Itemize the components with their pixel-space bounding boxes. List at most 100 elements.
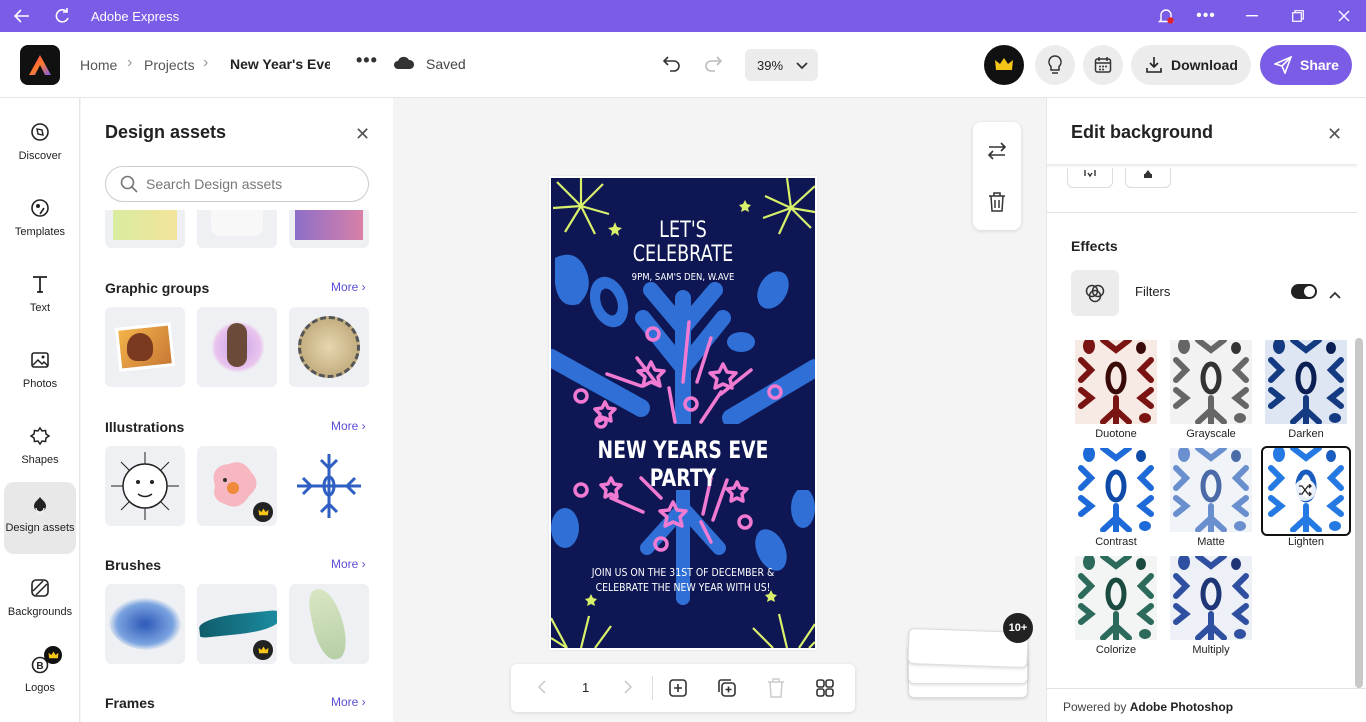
calendar-button[interactable]	[1083, 45, 1123, 85]
filter-tile-grayscale[interactable]	[1170, 340, 1252, 424]
document-title[interactable]: New Year's Eve F	[230, 56, 330, 72]
filters-label: Filters	[1135, 284, 1171, 299]
brush-tile[interactable]	[197, 584, 277, 664]
graphic-group-tile[interactable]	[289, 307, 369, 387]
filter-tile-colorize[interactable]	[1075, 556, 1157, 640]
chevron-up-icon[interactable]	[1329, 286, 1341, 304]
more-graphic-groups-link[interactable]: More ›	[331, 280, 366, 294]
chevron-left-icon[interactable]	[537, 680, 547, 699]
cloud-icon	[393, 56, 415, 75]
filter-tile-contrast[interactable]	[1075, 448, 1157, 532]
asset-tile[interactable]	[289, 210, 369, 248]
graphic-group-tile[interactable]	[105, 307, 185, 387]
premium-crown-button[interactable]	[984, 45, 1024, 85]
more-frames-link[interactable]: More ›	[331, 695, 366, 709]
more-horizontal-icon[interactable]: •••	[1196, 6, 1216, 26]
flip-button[interactable]	[1067, 168, 1113, 188]
filter-tile-duotone[interactable]	[1075, 340, 1157, 424]
redo-icon[interactable]	[703, 54, 723, 77]
premium-crown-icon	[44, 646, 62, 664]
filters-toggle[interactable]	[1291, 284, 1317, 299]
grid-view-icon[interactable]	[815, 678, 835, 703]
filter-label-grayscale: Grayscale	[1186, 428, 1236, 440]
nav-photos[interactable]: Photos	[4, 338, 76, 410]
nav-text[interactable]: Text	[4, 262, 76, 334]
photos-icon	[31, 352, 49, 368]
nav-templates[interactable]: Templates	[4, 186, 76, 258]
breadcrumb-projects[interactable]: Projects	[144, 57, 195, 73]
breadcrumb-home[interactable]: Home	[80, 57, 117, 73]
refresh-icon[interactable]	[52, 6, 72, 26]
section-title-graphic-groups: Graphic groups	[105, 280, 210, 296]
filter-label-multiply: Multiply	[1192, 644, 1230, 656]
chevron-right-icon: ›	[127, 54, 133, 71]
download-button[interactable]: Download	[1131, 45, 1251, 85]
shuffle-icon[interactable]	[1294, 479, 1316, 501]
more-brushes-link[interactable]: More ›	[331, 557, 366, 571]
design-assets-panel: Design assets ✕ Graphic groups More › Il…	[81, 98, 393, 722]
search-field[interactable]	[105, 166, 369, 202]
filter-thumbnail	[1173, 340, 1249, 424]
minimize-icon[interactable]	[1242, 6, 1262, 26]
filter-tile-matte[interactable]	[1170, 448, 1252, 532]
brush-tile[interactable]	[105, 584, 185, 664]
pages-count-badge[interactable]: 10+	[1003, 613, 1033, 643]
adobe-express-logo[interactable]	[20, 45, 60, 85]
share-button[interactable]: Share	[1260, 45, 1352, 85]
filter-tile-darken[interactable]	[1265, 340, 1347, 424]
poster-body-line2[interactable]: CELEBRATE THE NEW YEAR WITH US!	[571, 581, 795, 594]
upload-button[interactable]	[1125, 168, 1171, 188]
add-page-icon[interactable]	[668, 678, 688, 703]
more-illustrations-link[interactable]: More ›	[331, 419, 366, 433]
illustration-tile[interactable]	[197, 446, 277, 526]
nav-backgrounds[interactable]: Backgrounds	[4, 566, 76, 638]
poster-details[interactable]: 9PM, SAM'S DEN, W.AVE	[571, 272, 795, 283]
illustration-tile[interactable]	[289, 446, 369, 526]
panel-scrollbar[interactable]	[1355, 338, 1363, 688]
nav-shapes[interactable]: Shapes	[4, 414, 76, 486]
asset-tile[interactable]	[105, 210, 185, 248]
poster-body-line1[interactable]: JOIN US ON THE 31ST OF DECEMBER &	[571, 566, 795, 579]
nav-logos[interactable]: B Logos	[4, 642, 76, 714]
poster-heading-line1[interactable]: LET'S	[577, 218, 788, 243]
more-options-icon[interactable]: •••	[356, 50, 378, 71]
graphic-group-tile[interactable]	[197, 307, 277, 387]
undo-icon[interactable]	[662, 54, 682, 77]
chevron-right-icon[interactable]	[623, 680, 633, 699]
nav-discover[interactable]: Discover	[4, 110, 76, 182]
filter-label-colorize: Colorize	[1095, 644, 1137, 656]
asset-tile[interactable]	[197, 210, 277, 248]
nav-design-assets[interactable]: Design assets	[4, 482, 76, 554]
notifications-icon[interactable]	[1156, 6, 1176, 26]
close-icon[interactable]: ✕	[355, 124, 370, 145]
discover-icon	[31, 123, 49, 141]
shapes-icon	[30, 426, 50, 446]
illustration-tile[interactable]	[105, 446, 185, 526]
poster-headline[interactable]: NEW YEARS EVE PARTY	[580, 436, 786, 492]
zoom-dropdown[interactable]: 39%	[745, 49, 818, 81]
swap-icon[interactable]	[987, 142, 1007, 165]
zoom-value: 39%	[757, 57, 784, 73]
text-icon	[33, 276, 47, 293]
restore-icon[interactable]	[1288, 6, 1308, 26]
back-arrow-icon[interactable]	[12, 6, 32, 26]
delete-page-icon[interactable]	[767, 678, 785, 703]
filter-tile-multiply[interactable]	[1170, 556, 1252, 640]
duplicate-page-icon[interactable]	[717, 678, 737, 703]
poster-canvas[interactable]: LET'S CELEBRATE 9PM, SAM'S DEN, W.AVE NE…	[551, 178, 815, 648]
backgrounds-icon	[31, 579, 49, 597]
save-status: Saved	[426, 56, 466, 72]
nav-label: Text	[29, 302, 51, 314]
filter-thumbnail	[1078, 448, 1154, 532]
nav-label: Backgrounds	[7, 606, 73, 618]
search-input[interactable]	[146, 176, 346, 192]
brush-tile[interactable]	[289, 584, 369, 664]
app-header: Home › Projects › New Year's Eve F ••• S…	[0, 32, 1366, 98]
poster-heading-line2[interactable]: CELEBRATE	[577, 242, 788, 267]
close-window-icon[interactable]	[1334, 6, 1354, 26]
panel-title: Design assets	[105, 122, 227, 142]
download-icon	[1146, 57, 1162, 73]
delete-icon[interactable]	[988, 192, 1006, 217]
lightbulb-button[interactable]	[1035, 45, 1075, 85]
close-icon[interactable]: ✕	[1327, 124, 1342, 145]
